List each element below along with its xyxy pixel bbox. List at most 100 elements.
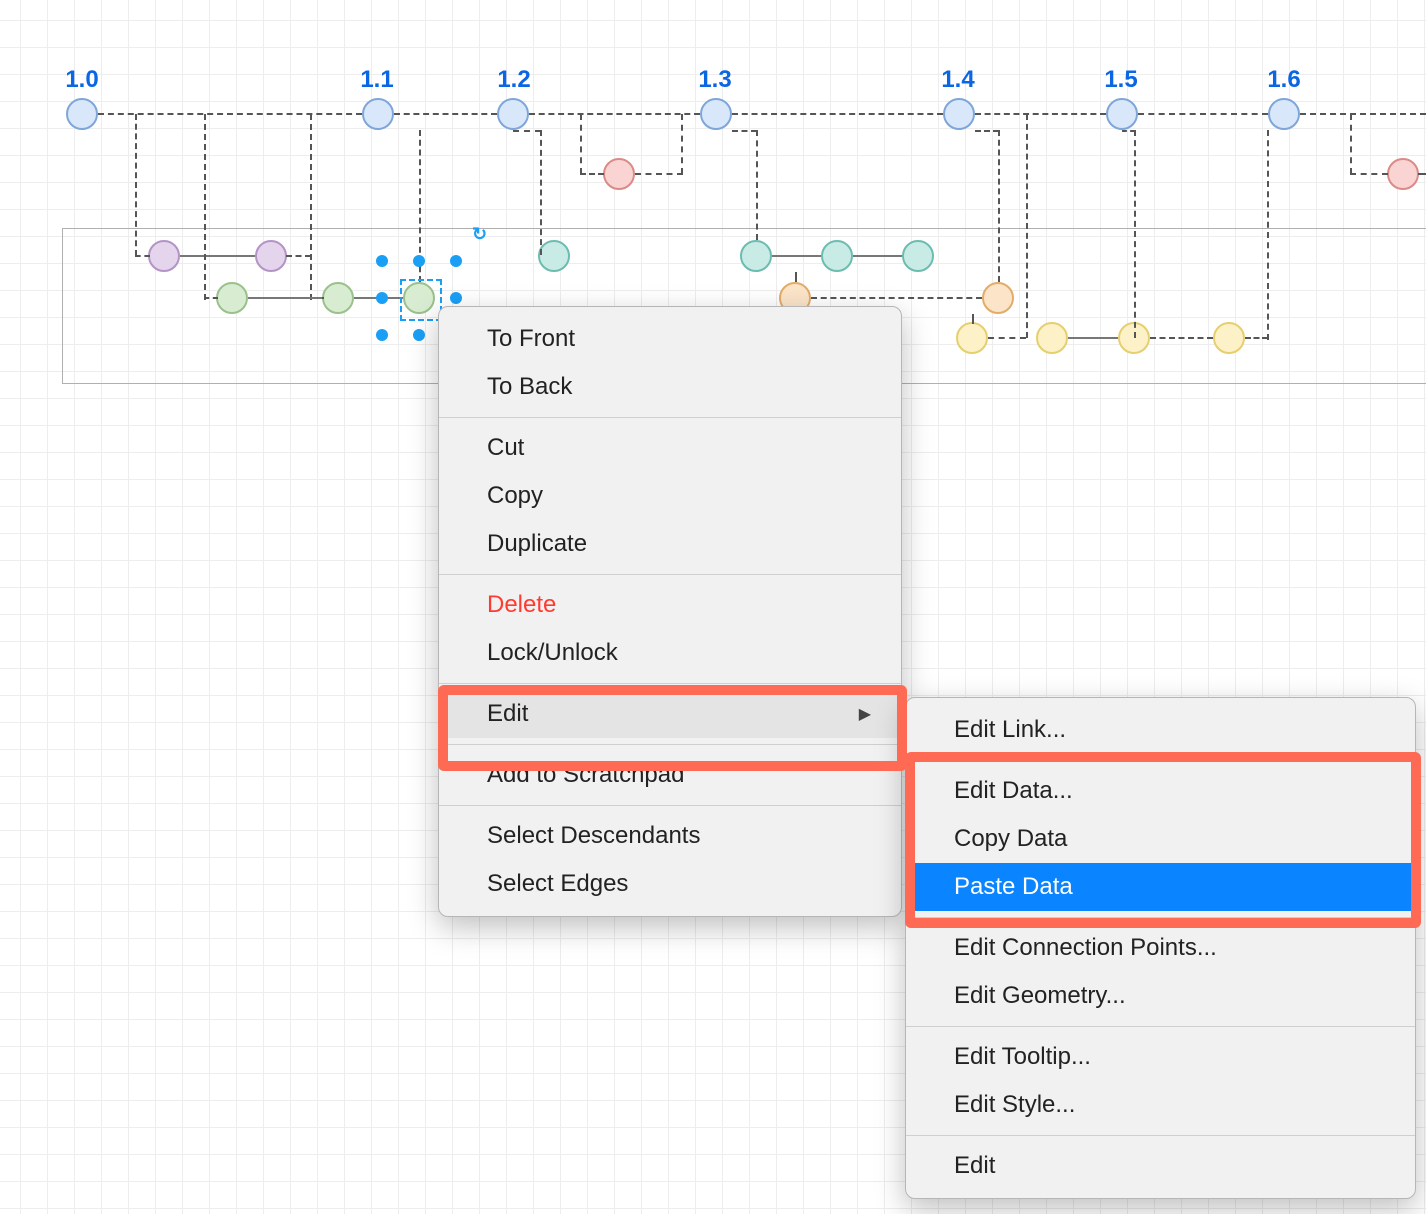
selection-handle[interactable] — [413, 255, 425, 267]
menu-item-edit-data[interactable]: Edit Data... — [906, 767, 1415, 815]
edge — [988, 337, 1026, 339]
menu-item-copy-data[interactable]: Copy Data — [906, 815, 1415, 863]
edge — [795, 272, 797, 282]
menu-item-add-to-scratchpad[interactable]: Add to Scratchpad — [439, 751, 901, 799]
menu-item-copy[interactable]: Copy — [439, 472, 901, 520]
menu-item-to-back[interactable]: To Back — [439, 363, 901, 411]
purple-node[interactable] — [148, 240, 180, 272]
edge — [681, 114, 683, 174]
menu-item-label: Select Edges — [487, 870, 628, 898]
menu-item-duplicate[interactable]: Duplicate — [439, 520, 901, 568]
menu-item-edit-geometry[interactable]: Edit Geometry... — [906, 972, 1415, 1020]
version-label: 1.1 — [347, 66, 407, 94]
edge — [286, 255, 311, 257]
menu-item-label: Edit Link... — [954, 716, 1066, 744]
menu-item-label: Paste Data — [954, 873, 1073, 901]
menu-item-label: Select Descendants — [487, 822, 700, 850]
selection-handle[interactable] — [376, 292, 388, 304]
edge — [135, 114, 137, 256]
yellow-node[interactable] — [1036, 322, 1068, 354]
edge — [310, 114, 312, 300]
menu-item-edit[interactable]: Edit▶ — [439, 690, 901, 738]
edge — [394, 113, 497, 115]
teal-node[interactable] — [821, 240, 853, 272]
selection-handle[interactable] — [450, 292, 462, 304]
edge — [513, 130, 541, 132]
red-node[interactable] — [1387, 158, 1419, 190]
release-node[interactable] — [943, 98, 975, 130]
edge — [998, 130, 1000, 282]
edge — [732, 130, 757, 132]
menu-separator — [439, 805, 901, 806]
edge — [1138, 113, 1268, 115]
menu-item-edit-tooltip[interactable]: Edit Tooltip... — [906, 1033, 1415, 1081]
menu-item-edit-link[interactable]: Edit Link... — [906, 706, 1415, 754]
release-node[interactable] — [700, 98, 732, 130]
context-submenu-edit[interactable]: Edit Link... Edit Data... Copy Data Paste D… — [905, 697, 1416, 1199]
selection-handle[interactable] — [376, 255, 388, 267]
menu-item-select-edges[interactable]: Select Edges — [439, 860, 901, 908]
menu-item-to-front[interactable]: To Front — [439, 315, 901, 363]
menu-item-label: Edit — [487, 700, 528, 728]
purple-node[interactable] — [255, 240, 287, 272]
teal-node[interactable] — [538, 240, 570, 272]
context-menu[interactable]: To FrontTo Back Cut Copy Duplicate Delete Loc… — [438, 306, 902, 917]
menu-item-label: Duplicate — [487, 530, 587, 558]
edge — [853, 255, 902, 257]
release-node[interactable] — [1106, 98, 1138, 130]
edge — [756, 130, 758, 240]
release-node[interactable] — [1268, 98, 1300, 130]
release-node[interactable] — [497, 98, 529, 130]
menu-item-label: Copy Data — [954, 825, 1067, 853]
green-node[interactable] — [216, 282, 248, 314]
green-node[interactable] — [322, 282, 354, 314]
edge — [1300, 113, 1426, 115]
edge — [772, 255, 821, 257]
menu-item-label: Edit Style... — [954, 1091, 1075, 1119]
menu-separator — [906, 760, 1415, 761]
teal-node[interactable] — [740, 240, 772, 272]
selection-handle[interactable] — [413, 329, 425, 341]
menu-item-edit-connection-points[interactable]: Edit Connection Points... — [906, 924, 1415, 972]
menu-item-cut[interactable]: Cut — [439, 424, 901, 472]
selection-handle[interactable] — [376, 329, 388, 341]
yellow-node[interactable] — [1213, 322, 1245, 354]
edge — [248, 297, 322, 299]
edge — [732, 113, 943, 115]
edge — [204, 297, 218, 299]
menu-item-edit[interactable]: Edit — [906, 1142, 1415, 1190]
edge — [1245, 337, 1268, 339]
teal-node[interactable] — [902, 240, 934, 272]
release-node[interactable] — [66, 98, 98, 130]
menu-item-delete[interactable]: Delete — [439, 581, 901, 629]
orange-node[interactable] — [982, 282, 1014, 314]
edge — [180, 255, 255, 257]
rotate-handle-icon[interactable]: ↻ — [472, 224, 490, 242]
menu-item-paste-data[interactable]: Paste Data — [906, 863, 1415, 911]
menu-item-label: Lock/Unlock — [487, 639, 618, 667]
edge — [1068, 337, 1118, 339]
menu-item-label: Edit Geometry... — [954, 982, 1126, 1010]
edge — [1134, 130, 1136, 338]
menu-item-label: Add to Scratchpad — [487, 761, 684, 789]
version-label: 1.4 — [928, 66, 988, 94]
edge — [972, 314, 974, 324]
edge — [1026, 114, 1028, 338]
menu-separator — [906, 917, 1415, 918]
edge — [635, 173, 683, 175]
red-node[interactable] — [603, 158, 635, 190]
yellow-node[interactable] — [956, 322, 988, 354]
menu-item-lock-unlock[interactable]: Lock/Unlock — [439, 629, 901, 677]
edge — [1350, 114, 1352, 174]
menu-item-select-descendants[interactable]: Select Descendants — [439, 812, 901, 860]
diagram-canvas[interactable]: 1.0 1.1 1.2 1.3 1.4 1.5 1.6 — [0, 0, 1426, 1214]
version-label: 1.3 — [685, 66, 745, 94]
menu-item-label: Cut — [487, 434, 524, 462]
release-node[interactable] — [362, 98, 394, 130]
selection-handle[interactable] — [450, 255, 462, 267]
menu-item-label: Delete — [487, 591, 556, 619]
edge — [1267, 130, 1269, 340]
menu-item-label: Edit Connection Points... — [954, 934, 1217, 962]
edge — [1150, 337, 1213, 339]
menu-item-edit-style[interactable]: Edit Style... — [906, 1081, 1415, 1129]
